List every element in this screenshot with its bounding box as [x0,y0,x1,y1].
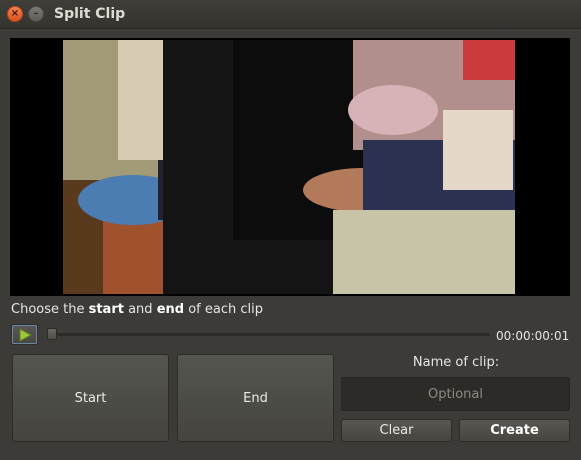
video-frame-image [63,40,515,294]
timecode-display: 00:00:00:01 [496,329,570,343]
video-frame-scene [63,40,515,294]
title-bar: × – Split Clip [0,0,581,29]
minimize-window-button[interactable]: – [28,6,44,22]
start-button[interactable]: Start [12,354,169,442]
instruction-text: Choose the start and end of each clip [11,302,263,317]
clip-name-label: Name of clip: [412,355,500,370]
play-icon [19,327,32,342]
end-button[interactable]: End [177,354,334,442]
video-preview [10,38,570,296]
split-clip-window: × – Split Clip Choose the start and end … [0,0,581,460]
instruction-start-word: start [88,302,124,317]
close-icon: × [10,8,20,19]
close-window-button[interactable]: × [7,6,23,22]
timeline-slider-handle[interactable] [47,328,57,340]
window-title: Split Clip [54,6,126,22]
create-button[interactable]: Create [459,419,570,442]
instruction-end-word: end [156,302,185,317]
minimize-icon: – [33,8,39,19]
clear-button[interactable]: Clear [341,419,452,442]
clip-name-input[interactable] [341,377,570,411]
timeline-slider-track[interactable] [47,333,490,336]
play-button[interactable] [11,324,38,345]
